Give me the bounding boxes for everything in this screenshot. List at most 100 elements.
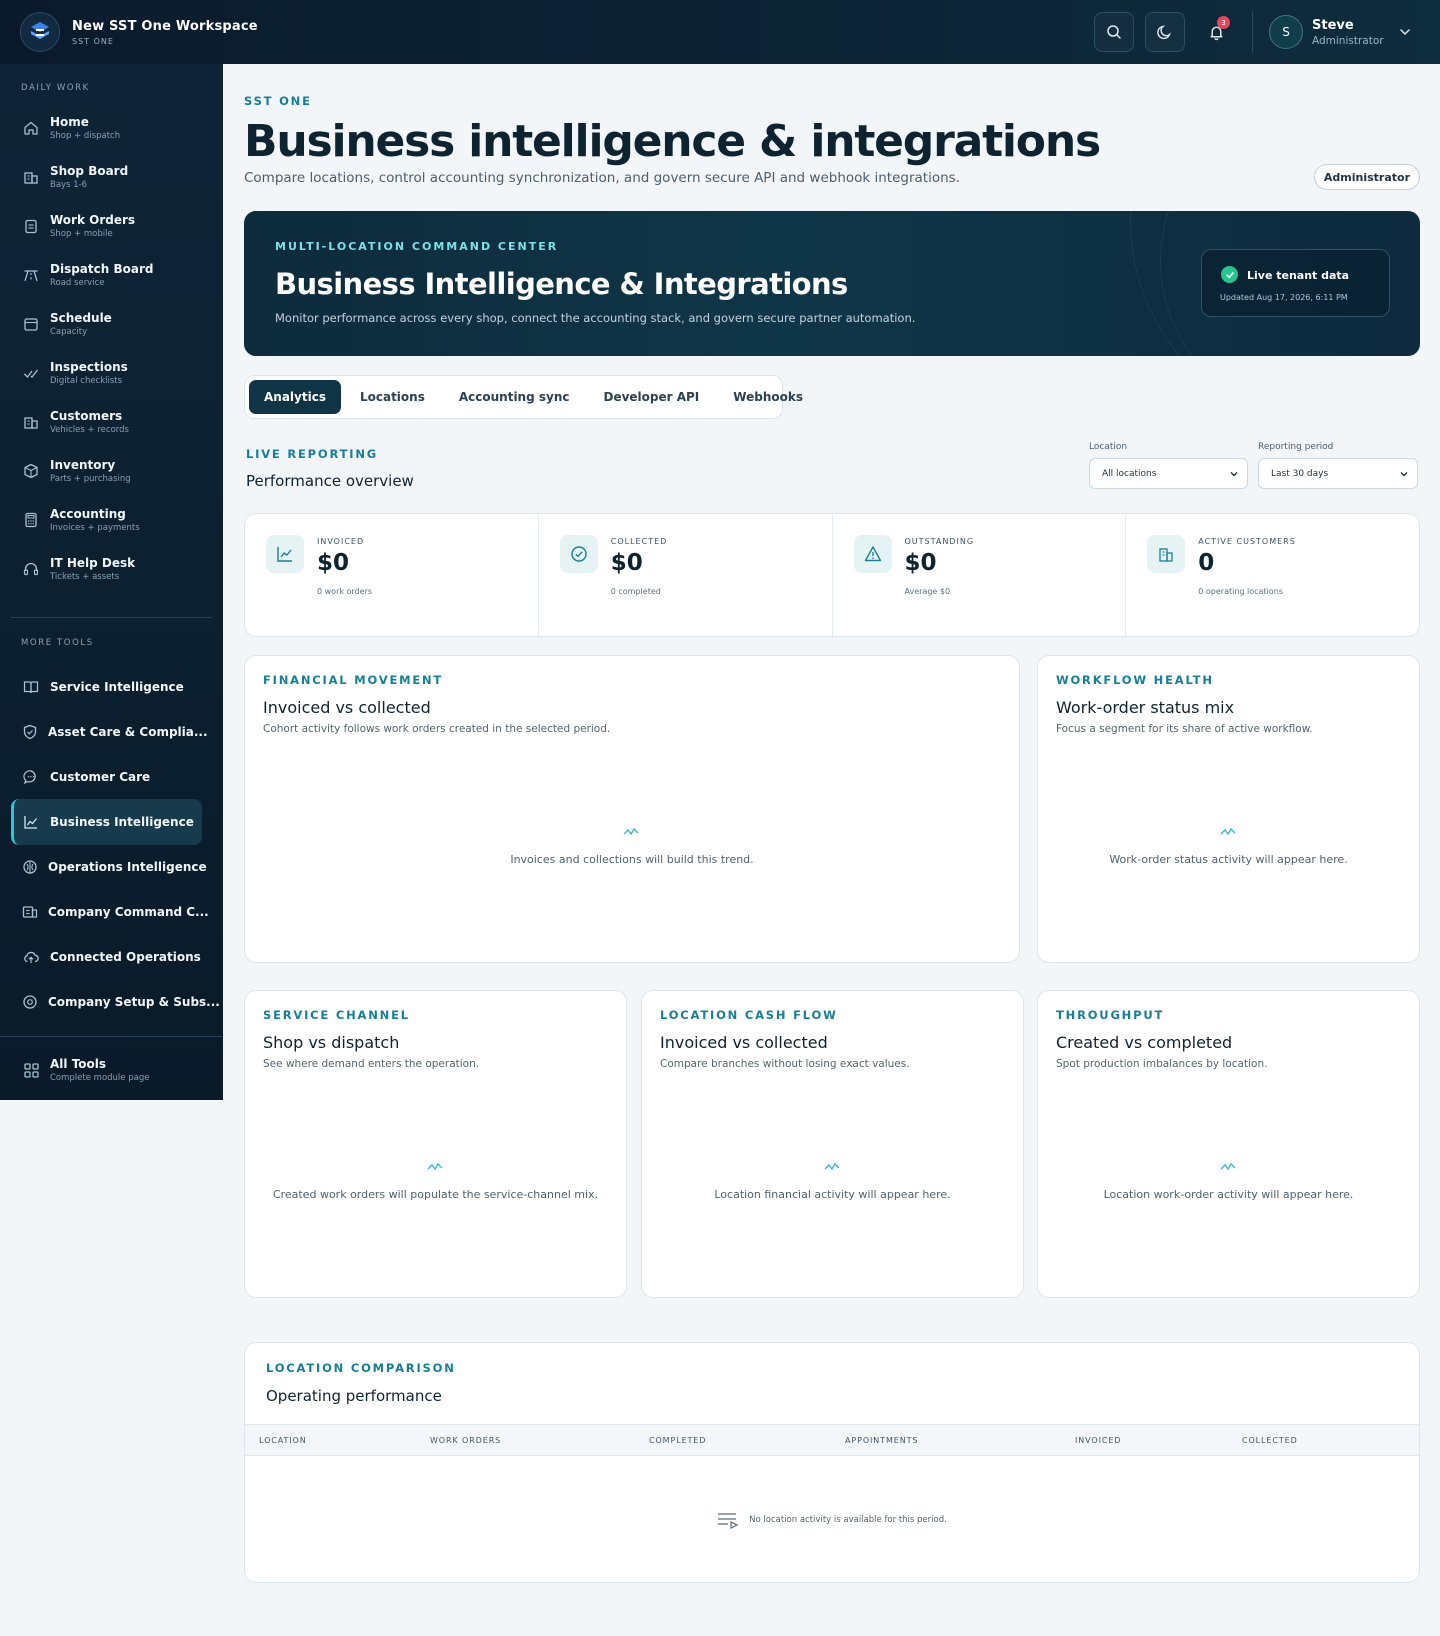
page-title: Business intelligence & integrations [244,116,1101,167]
tab-webhooks[interactable]: Webhooks [718,380,818,414]
sidebar-item-sub: Invoices + payments [50,523,140,533]
card-title: Work-order status mix [1056,698,1235,717]
sidebar-item-company-setup-subs[interactable]: Company Setup & Subs... [11,979,220,1025]
sidebar-item-all-tools[interactable]: All Tools Complete module page [11,1047,202,1093]
sidebar-section-more: MORE TOOLS [21,638,94,648]
location-filter: Location All locations [1089,442,1248,489]
sidebar-item-operations-intelligence[interactable]: Operations Intelligence [11,844,207,890]
table-empty-message: No location activity is available for th… [749,1515,947,1525]
notifications-button[interactable]: 3 [1196,12,1236,52]
card-eyebrow: WORKFLOW HEALTH [1056,673,1214,687]
service-channel-card: SERVICE CHANNEL Shop vs dispatch See whe… [244,990,627,1298]
logo-icon [31,22,49,39]
warning-icon [853,535,892,573]
building-icon [22,168,40,186]
empty-state-message: Location financial activity will appear … [714,1188,951,1201]
kpi-label: OUTSTANDING [904,537,975,546]
card-subtitle: Focus a segment for its share of active … [1056,723,1313,735]
user-menu[interactable]: Steve Administrator [1312,18,1398,47]
reporting-title: Performance overview [246,472,414,490]
shield-icon [22,723,38,741]
kpi-label: INVOICED [317,537,365,546]
column-header-work-orders[interactable]: WORK ORDERS [430,1436,501,1445]
sidebar-item-sub: Shop + dispatch [50,131,121,141]
sidebar-item-inspections[interactable]: Inspections Digital checklists [11,350,202,396]
card-eyebrow: SERVICE CHANNEL [263,1008,410,1022]
column-header-invoiced[interactable]: INVOICED [1075,1436,1121,1445]
sidebar-item-accounting[interactable]: Accounting Invoices + payments [11,497,202,543]
sidebar-item-shop-board[interactable]: Shop Board Bays 1-6 [11,154,202,200]
sidebar-item-label: Work Orders [50,213,136,227]
card-title: Created vs completed [1056,1033,1233,1052]
card-subtitle: See where demand enters the operation. [263,1058,480,1070]
chevron-down-icon [1230,471,1238,476]
sidebar-item-label: Service Intelligence [50,680,184,694]
sidebar-item-home[interactable]: Home Shop + dispatch [11,105,202,151]
column-header-location[interactable]: LOCATION [259,1436,307,1445]
column-header-collected[interactable]: COLLECTED [1242,1436,1298,1445]
chevron-down-icon[interactable] [1398,25,1412,39]
table-empty-state: No location activity is available for th… [245,1511,1419,1529]
pulse-icon [623,827,639,836]
tab-developer-api[interactable]: Developer API [588,380,714,414]
sidebar-item-service-intelligence[interactable]: Service Intelligence [11,664,202,710]
period-select[interactable]: Last 30 days [1258,458,1418,489]
column-header-completed[interactable]: COMPLETED [649,1436,706,1445]
sidebar-item-business-intelligence[interactable]: Business Intelligence [11,799,202,845]
avatar[interactable]: S [1269,15,1303,49]
sidebar-item-sub: Capacity [50,327,88,337]
search-button[interactable] [1094,12,1134,52]
sidebar-item-dispatch-board[interactable]: Dispatch Board Road service [11,252,202,298]
tab-locations[interactable]: Locations [345,380,440,414]
location-comparison-card: LOCATION COMPARISON Operating performanc… [244,1342,1420,1583]
user-name: Steve [1312,17,1354,33]
sidebar-item-customer-care[interactable]: Customer Care [11,754,202,800]
home-icon [22,119,40,137]
location-select[interactable]: All locations [1089,458,1248,489]
live-status-card: Live tenant data Updated Aug 17, 2026, 6… [1201,249,1390,317]
kpi-value: $0 [610,550,643,576]
sidebar-item-asset-care-complia[interactable]: Asset Care & Complia... [11,709,208,755]
column-header-appointments[interactable]: APPOINTMENTS [845,1436,918,1445]
banner-title: Business Intelligence & Integrations [275,267,848,301]
sidebar-item-sub: Complete module page [50,1073,150,1083]
kpi-value: 0 [1198,550,1215,576]
chevron-down-icon [1400,471,1408,476]
sidebar-item-work-orders[interactable]: Work Orders Shop + mobile [11,203,202,249]
kpi-collected: COLLECTED $0 0 completed [539,514,833,636]
sidebar-item-label: Company Setup & Subs... [48,995,220,1009]
location-select-value: All locations [1102,468,1157,479]
sidebar-item-connected-operations[interactable]: Connected Operations [11,934,202,980]
sidebar-item-sub: Parts + purchasing [50,474,131,484]
sidebar-item-sub: Shop + mobile [50,229,113,239]
tab-accounting-sync[interactable]: Accounting sync [444,380,585,414]
sidebar-item-label: All Tools [50,1057,107,1071]
card-eyebrow: LOCATION CASH FLOW [660,1008,838,1022]
top-bar: New SST One Workspace SST ONE 3 S Steve … [0,0,1440,64]
live-status-updated: Updated Aug 17, 2026, 6:11 PM [1220,293,1348,302]
live-status-title: Live tenant data [1247,269,1350,282]
sidebar-item-customers[interactable]: Customers Vehicles + records [11,399,202,445]
location-filter-label: Location [1089,442,1128,452]
command-icon [22,903,38,921]
tab-analytics[interactable]: Analytics [249,380,341,414]
sidebar-item-label: Schedule [50,311,112,325]
theme-toggle-button[interactable] [1145,12,1185,52]
trend-icon [266,535,304,573]
sidebar-item-schedule[interactable]: Schedule Capacity [11,301,202,347]
sidebar-item-it-help-desk[interactable]: IT Help Desk Tickets + assets [11,546,202,592]
kpi-note: 0 work orders [317,587,373,596]
sidebar-item-sub: Vehicles + records [50,425,129,435]
sidebar-item-inventory[interactable]: Inventory Parts + purchasing [11,448,202,494]
building-icon [22,413,40,431]
app-logo[interactable] [20,12,60,52]
kpi-note: 0 completed [610,587,661,596]
sidebar-item-sub: Digital checklists [50,376,123,386]
sidebar-item-company-command-c[interactable]: Company Command C... [11,889,209,935]
table-header: LOCATION WORK ORDERS COMPLETED APPOINTME… [245,1424,1419,1456]
notification-count-badge: 3 [1217,16,1230,29]
headset-icon [22,560,40,578]
card-title: Invoiced vs collected [660,1033,828,1052]
sidebar-item-label: Customer Care [50,770,151,784]
sidebar-item-label: Inspections [50,360,128,374]
